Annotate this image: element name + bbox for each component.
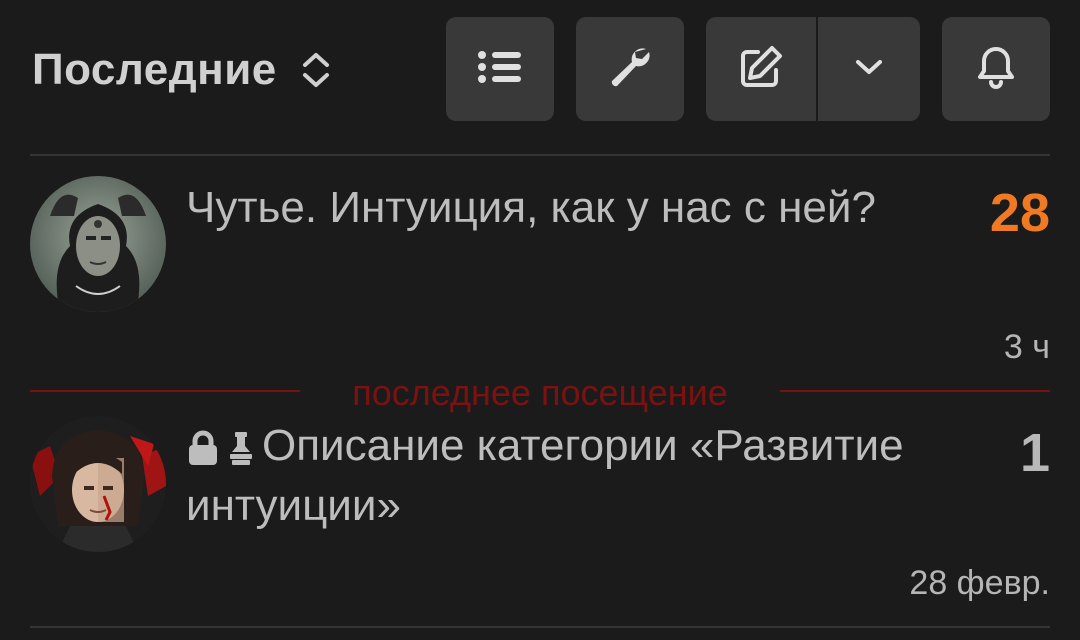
chevron-down-icon bbox=[854, 57, 884, 82]
reply-count[interactable]: 28 bbox=[990, 182, 1050, 244]
pin-icon bbox=[228, 430, 254, 466]
topic-row: Описание категории «Развитие интуиции» 1… bbox=[0, 410, 1080, 625]
chevron-up-down-icon bbox=[299, 50, 333, 90]
bell-icon bbox=[976, 44, 1016, 95]
header-divider bbox=[30, 154, 1050, 156]
pencil-square-icon bbox=[738, 44, 784, 95]
sort-dropdown-label: Последние bbox=[32, 45, 277, 94]
topic-title-link[interactable]: Чутье. Интуиция, как у нас с ней? bbox=[186, 178, 886, 238]
list-icon bbox=[477, 47, 523, 92]
topic-list-header: Последние bbox=[0, 0, 1080, 140]
topic-row: Чутье. Интуиция, как у нас с ней? 28 3 ч bbox=[0, 160, 1080, 370]
last-visit-label: последнее посещение bbox=[352, 372, 728, 413]
admin-wrench-button[interactable] bbox=[576, 17, 684, 121]
user-avatar[interactable] bbox=[30, 416, 166, 552]
lock-icon bbox=[186, 430, 220, 466]
new-topic-button[interactable] bbox=[706, 17, 816, 121]
activity-age[interactable]: 3 ч bbox=[1004, 328, 1050, 367]
sort-dropdown[interactable]: Последние bbox=[32, 42, 333, 98]
wrench-icon bbox=[606, 43, 654, 96]
notifications-button[interactable] bbox=[942, 17, 1050, 121]
topic-title-link[interactable]: Описание категории «Развитие интуиции» bbox=[186, 416, 906, 536]
reply-count[interactable]: 1 bbox=[1020, 422, 1050, 484]
list-view-button[interactable] bbox=[446, 17, 554, 121]
activity-age[interactable]: 28 февр. bbox=[909, 564, 1050, 603]
new-topic-dropdown-button[interactable] bbox=[818, 17, 920, 121]
row-divider bbox=[30, 626, 1050, 628]
topic-title-text: Описание категории «Развитие интуиции» bbox=[186, 421, 904, 530]
last-visit-divider: последнее посещение bbox=[30, 373, 1050, 413]
user-avatar[interactable] bbox=[30, 176, 166, 312]
